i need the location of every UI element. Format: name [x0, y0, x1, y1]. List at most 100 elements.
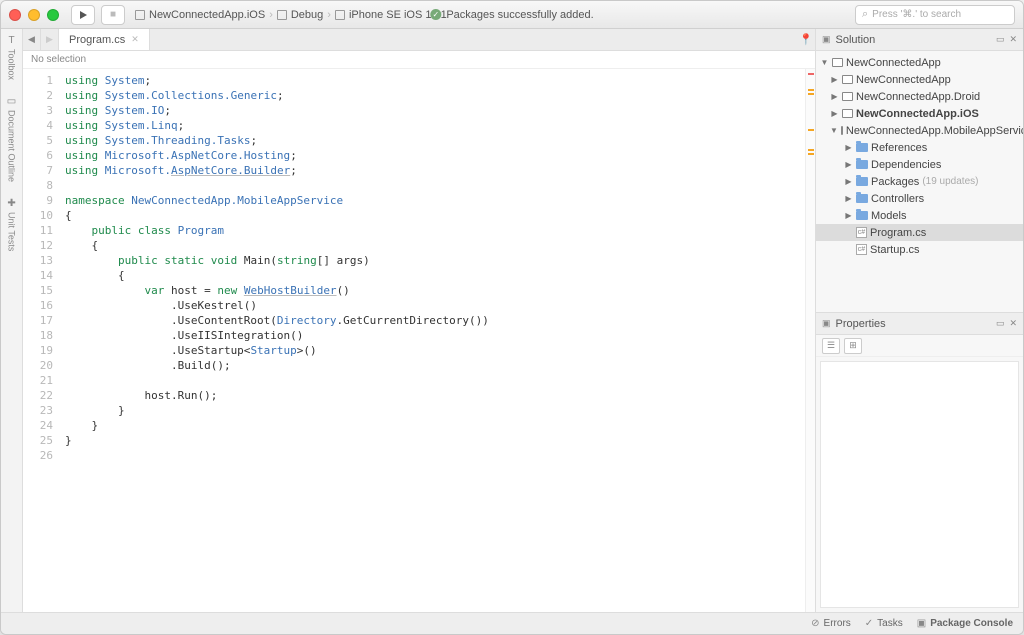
line-gutter: 1234567891011121314151617181920212223242… — [23, 69, 59, 612]
project-icon — [842, 109, 853, 118]
solution-header[interactable]: ▣ Solution ▭ ✕ — [816, 29, 1023, 51]
folder-icon — [856, 160, 868, 169]
outline-icon: ▭ — [7, 96, 16, 107]
errors-pad[interactable]: ⊘ Errors — [811, 618, 851, 629]
project-node[interactable]: ▼NewConnectedApp.MobileAppService — [816, 122, 1023, 139]
global-search[interactable]: ⌕ Press '⌘.' to search — [855, 5, 1015, 25]
csharp-file-icon: c# — [856, 244, 867, 255]
folder-node[interactable]: ▶References — [816, 139, 1023, 156]
code-body[interactable]: using System;using System.Collections.Ge… — [59, 69, 805, 612]
tests-icon: ✚ — [7, 198, 15, 209]
properties-toolbar: ☰ ⊞ — [816, 335, 1023, 357]
panel-close-icon[interactable]: ✕ — [1009, 34, 1017, 45]
minimize-icon[interactable] — [28, 9, 40, 21]
warn-marker[interactable] — [808, 149, 814, 151]
tests-pad[interactable]: ✚ Unit Tests — [7, 198, 17, 251]
outline-label: Document Outline — [7, 110, 17, 182]
crumb-config: Debug — [291, 9, 323, 21]
project-icon — [135, 10, 145, 20]
folder-node[interactable]: ▶Models — [816, 207, 1023, 224]
search-icon: ⌕ — [862, 8, 868, 21]
folder-icon — [856, 177, 868, 186]
zoom-icon[interactable] — [47, 9, 59, 21]
solution-icon — [832, 58, 843, 67]
package-console-pad[interactable]: ▣ Package Console — [917, 618, 1013, 629]
close-tab-icon[interactable]: ✕ — [131, 34, 139, 45]
play-icon — [80, 11, 87, 19]
code-editor[interactable]: 1234567891011121314151617181920212223242… — [23, 69, 815, 612]
folder-icon — [856, 211, 868, 220]
nav-fwd[interactable]: ▶ — [41, 29, 59, 50]
window-controls — [9, 9, 59, 21]
errors-label: Errors — [824, 618, 851, 629]
solution-title: Solution — [836, 34, 876, 46]
warn-marker[interactable] — [808, 93, 814, 95]
run-config-breadcrumb[interactable]: NewConnectedApp.iOS › Debug › iPhone SE … — [135, 9, 447, 21]
panel-close-icon[interactable]: ✕ — [1009, 318, 1017, 329]
warn-marker[interactable] — [808, 89, 814, 91]
error-icon: ⊘ — [811, 618, 819, 629]
file-node[interactable]: c#Startup.cs — [816, 241, 1023, 258]
properties-panel: ▣ Properties ▭ ✕ ☰ ⊞ — [816, 312, 1023, 612]
crumb-project: NewConnectedApp.iOS — [149, 9, 265, 21]
toolbox-label: Toolbox — [7, 49, 17, 80]
close-icon[interactable] — [9, 9, 21, 21]
right-column: ▣ Solution ▭ ✕ ▼NewConnectedApp▶NewConne… — [815, 29, 1023, 612]
folder-node[interactable]: ▶Controllers — [816, 190, 1023, 207]
solution-icon: ▣ — [822, 34, 831, 45]
tests-label: Unit Tests — [7, 212, 17, 251]
console-icon: ▣ — [917, 618, 926, 629]
properties-icon: ▣ — [822, 318, 831, 329]
statusbar: ⊘ Errors ✓ Tasks ▣ Package Console — [1, 612, 1023, 634]
project-icon — [841, 126, 843, 135]
solution-tree[interactable]: ▼NewConnectedApp▶NewConnectedApp▶NewConn… — [816, 51, 1023, 312]
context-text: No selection — [31, 54, 86, 65]
toolbox-icon: T — [8, 35, 14, 46]
project-icon — [842, 75, 853, 84]
project-node[interactable]: ▶NewConnectedApp — [816, 71, 1023, 88]
search-placeholder: Press '⌘.' to search — [872, 9, 961, 20]
folder-icon — [856, 143, 868, 152]
sort-categorized-button[interactable]: ☰ — [822, 338, 840, 354]
error-marker[interactable] — [808, 73, 814, 75]
csharp-file-icon: c# — [856, 227, 867, 238]
panel-options-icon[interactable]: ▭ — [996, 34, 1005, 45]
properties-title: Properties — [836, 318, 886, 330]
context-bar[interactable]: No selection — [23, 51, 815, 69]
properties-header[interactable]: ▣ Properties ▭ ✕ — [816, 313, 1023, 335]
file-tab-program[interactable]: Program.cs ✕ — [59, 29, 150, 50]
folder-node[interactable]: ▶Dependencies — [816, 156, 1023, 173]
file-node[interactable]: c#Program.cs — [816, 224, 1023, 241]
project-node[interactable]: ▶NewConnectedApp.Droid — [816, 88, 1023, 105]
toolbox-pad[interactable]: T Toolbox — [7, 35, 17, 80]
project-node[interactable]: ▶NewConnectedApp.iOS — [816, 105, 1023, 122]
nav-back[interactable]: ◀ — [23, 29, 41, 50]
build-status: ✓ Packages successfully added. — [430, 9, 593, 21]
titlebar: ■ NewConnectedApp.iOS › Debug › iPhone S… — [1, 1, 1023, 29]
left-rail: T Toolbox ▭ Document Outline ✚ Unit Tests — [1, 29, 23, 612]
pin-icon[interactable]: 📍 — [797, 29, 815, 50]
tasks-pad[interactable]: ✓ Tasks — [865, 618, 903, 629]
warn-marker[interactable] — [808, 153, 814, 155]
folder-icon — [856, 194, 868, 203]
folder-node[interactable]: ▶Packages (19 updates) — [816, 173, 1023, 190]
outline-pad[interactable]: ▭ Document Outline — [7, 96, 17, 182]
warn-marker[interactable] — [808, 129, 814, 131]
console-label: Package Console — [930, 618, 1013, 629]
success-icon: ✓ — [430, 9, 441, 20]
tasks-label: Tasks — [877, 618, 903, 629]
editor-area: ◀ ▶ Program.cs ✕ 📍 No selection 12345678… — [23, 29, 815, 612]
stop-button[interactable]: ■ — [101, 5, 125, 25]
check-icon: ✓ — [865, 618, 873, 629]
marker-strip[interactable] — [805, 69, 815, 612]
solution-root[interactable]: ▼NewConnectedApp — [816, 54, 1023, 71]
sort-alpha-button[interactable]: ⊞ — [844, 338, 862, 354]
device-icon — [335, 10, 345, 20]
project-icon — [842, 92, 853, 101]
config-icon — [277, 10, 287, 20]
run-button[interactable] — [71, 5, 95, 25]
ide-window: ■ NewConnectedApp.iOS › Debug › iPhone S… — [0, 0, 1024, 635]
editor-tabstrip: ◀ ▶ Program.cs ✕ 📍 — [23, 29, 815, 51]
properties-body — [820, 361, 1019, 608]
panel-options-icon[interactable]: ▭ — [996, 318, 1005, 329]
